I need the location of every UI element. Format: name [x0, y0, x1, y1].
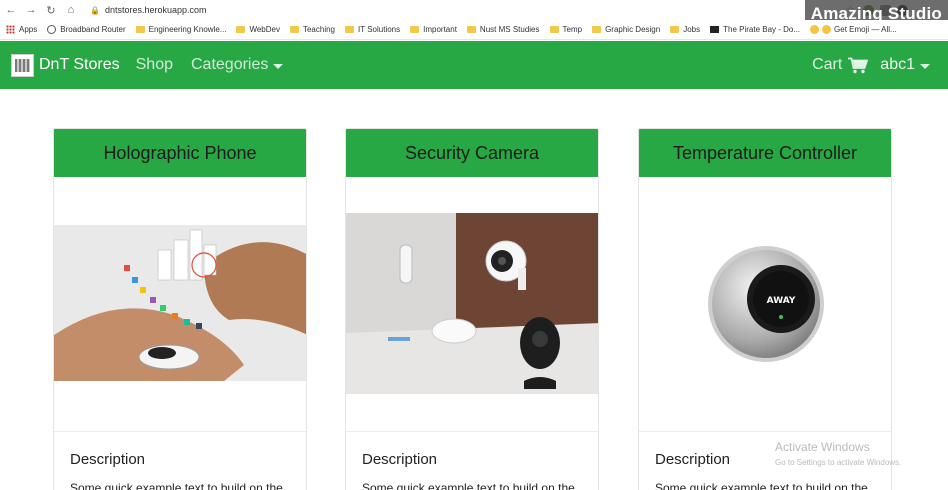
bookmark-item[interactable]: Nust MS Studies: [466, 25, 540, 34]
brand-link[interactable]: DnT Stores: [11, 53, 120, 77]
apps-grid-icon: [6, 25, 15, 34]
bookmark-item[interactable]: Apps: [6, 25, 37, 34]
product-image-area: AWAY: [639, 177, 891, 429]
folder-icon: [670, 26, 680, 33]
watermark-line2: Go to Settings to activate Windows.: [775, 458, 902, 467]
url-text: dntstores.herokuapp.com: [104, 5, 207, 15]
folder-icon: [345, 26, 355, 33]
shopping-cart-icon: [848, 57, 869, 73]
user-name: abc1: [880, 56, 915, 73]
product-title: Holographic Phone: [54, 129, 306, 177]
bookmark-item[interactable]: Jobs: [670, 25, 700, 34]
categories-label: Categories: [191, 56, 269, 73]
cart-link[interactable]: Cart: [812, 56, 869, 74]
bookmarks-bar: Apps Broadband Router Engineering Knowle…: [0, 20, 948, 40]
bookmark-item[interactable]: Get Emoji — All...: [810, 25, 897, 34]
divider: [54, 431, 306, 432]
holographic-phone-image: [54, 225, 306, 381]
product-card[interactable]: Holographic Phone Description Some quick…: [53, 128, 307, 490]
cart-label: Cart: [812, 56, 843, 73]
bookmark-item[interactable]: Important: [410, 25, 457, 34]
bookmark-item[interactable]: WebDev: [236, 25, 280, 34]
watermark-line1: Activate Windows: [775, 440, 870, 454]
product-card[interactable]: Security Camera Description Some quick e…: [345, 128, 599, 490]
description-title: Description: [655, 451, 731, 468]
description-text: Some quick example text to build on the: [70, 481, 283, 490]
store-logo-icon: [11, 53, 34, 77]
folder-icon: [135, 26, 145, 33]
description-text: Some quick example text to build on the: [655, 481, 868, 490]
svg-text:AWAY: AWAY: [767, 296, 796, 306]
bookmark-item[interactable]: Engineering Knowle...: [135, 25, 226, 34]
home-icon[interactable]: ⌂: [62, 1, 80, 19]
site-navbar: DnT Stores Shop Categories Cart abc1: [0, 41, 948, 89]
folder-icon: [236, 26, 246, 33]
forward-arrow-icon[interactable]: →: [22, 1, 40, 19]
nav-categories-dropdown[interactable]: Categories: [191, 56, 284, 74]
folder-icon: [466, 26, 476, 33]
description-title: Description: [70, 451, 146, 468]
reload-icon[interactable]: ↻: [42, 1, 60, 19]
bookmark-item[interactable]: The Pirate Bay - Do...: [710, 25, 800, 34]
divider: [639, 431, 891, 432]
folder-icon: [549, 26, 559, 33]
folder-icon: [410, 26, 420, 33]
divider: [346, 431, 598, 432]
product-title: Temperature Controller: [639, 129, 891, 177]
thermostat-image: AWAY: [701, 239, 831, 369]
bookmark-item[interactable]: Teaching: [289, 25, 335, 34]
product-image-area: [346, 177, 598, 429]
description-text: Some quick example text to build on the: [362, 481, 575, 490]
back-arrow-icon[interactable]: ←: [2, 1, 20, 19]
tv-icon: [710, 26, 720, 33]
bookmark-item[interactable]: Graphic Design: [592, 25, 660, 34]
emoji-icon: [810, 25, 820, 34]
bookmark-item[interactable]: IT Solutions: [345, 25, 400, 34]
product-title: Security Camera: [346, 129, 598, 177]
product-image-area: [54, 177, 306, 429]
brand-name: DnT Stores: [39, 56, 120, 73]
caret-down-icon: [920, 63, 930, 69]
folder-icon: [592, 26, 602, 33]
bookmark-item[interactable]: Broadband Router: [47, 25, 126, 34]
emoji-icon: [822, 25, 832, 34]
globe-icon: [47, 25, 57, 34]
lock-icon: 🔒: [90, 5, 100, 15]
description-title: Description: [362, 451, 438, 468]
security-camera-image: [346, 213, 598, 394]
address-bar[interactable]: 🔒 dntstores.herokuapp.com: [86, 2, 846, 18]
caret-down-icon: [273, 63, 284, 69]
user-menu-dropdown[interactable]: abc1: [880, 56, 930, 74]
bookmark-item[interactable]: Temp: [549, 25, 582, 34]
activate-windows-watermark: Activate Windows Go to Settings to activ…: [775, 440, 901, 467]
product-card[interactable]: Temperature Controller AWAY Description …: [638, 128, 892, 490]
folder-icon: [289, 26, 299, 33]
nav-shop-link[interactable]: Shop: [136, 56, 173, 74]
